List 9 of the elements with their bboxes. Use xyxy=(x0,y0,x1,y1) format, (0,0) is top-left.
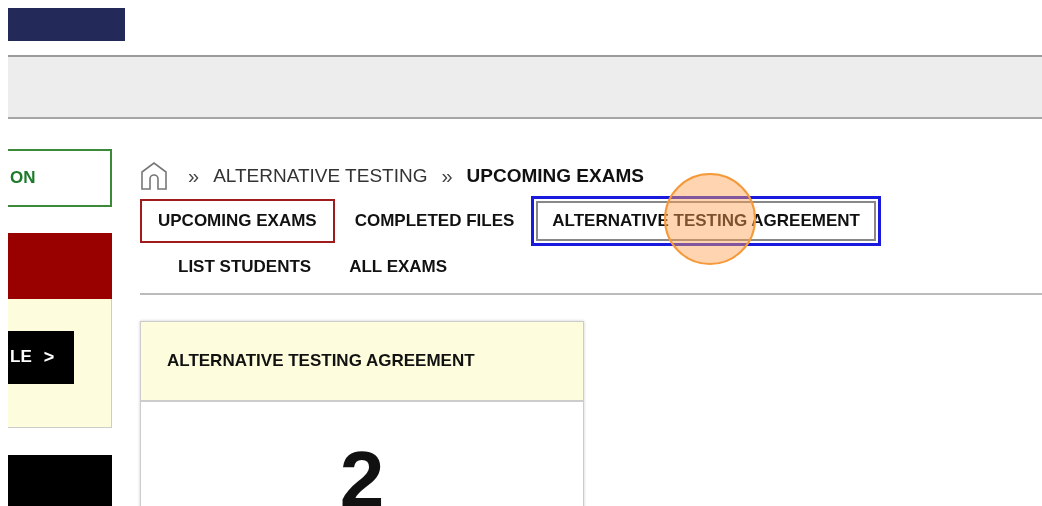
card-title: ALTERNATIVE TESTING AGREEMENT xyxy=(141,322,583,402)
tab[interactable]: UPCOMING EXAMS xyxy=(140,199,335,243)
breadcrumb-current: UPCOMING EXAMS xyxy=(466,165,644,187)
breadcrumb-separator: » xyxy=(188,164,200,188)
panel-button[interactable]: LE > xyxy=(8,330,74,384)
home-icon[interactable] xyxy=(140,161,168,191)
breadcrumb-separator: » xyxy=(441,164,453,188)
outline-button[interactable]: ON xyxy=(8,149,112,207)
breadcrumb-link[interactable]: ALTERNATIVE TESTING xyxy=(213,165,428,187)
